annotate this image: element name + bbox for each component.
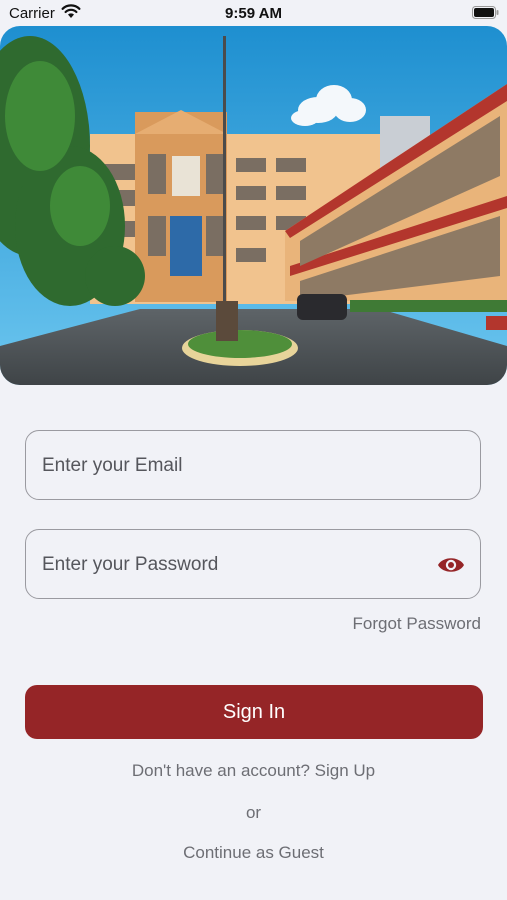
clock: 9:59 AM	[225, 5, 282, 22]
continue-as-guest-link[interactable]: Continue as Guest	[0, 843, 507, 863]
forgot-password-link[interactable]: Forgot Password	[353, 614, 482, 634]
status-bar: Carrier 9:59 AM	[0, 0, 507, 26]
sign-up-link[interactable]: Don't have an account? Sign Up	[0, 761, 507, 781]
password-field[interactable]	[25, 529, 481, 600]
email-field[interactable]	[25, 430, 481, 501]
eye-icon[interactable]	[436, 552, 466, 578]
or-divider: or	[245, 803, 262, 822]
battery-icon	[472, 6, 499, 19]
school-building-photo	[0, 26, 507, 385]
password-input[interactable]	[40, 530, 424, 600]
email-input[interactable]	[40, 431, 424, 501]
sign-in-button[interactable]: Sign In	[25, 685, 483, 739]
